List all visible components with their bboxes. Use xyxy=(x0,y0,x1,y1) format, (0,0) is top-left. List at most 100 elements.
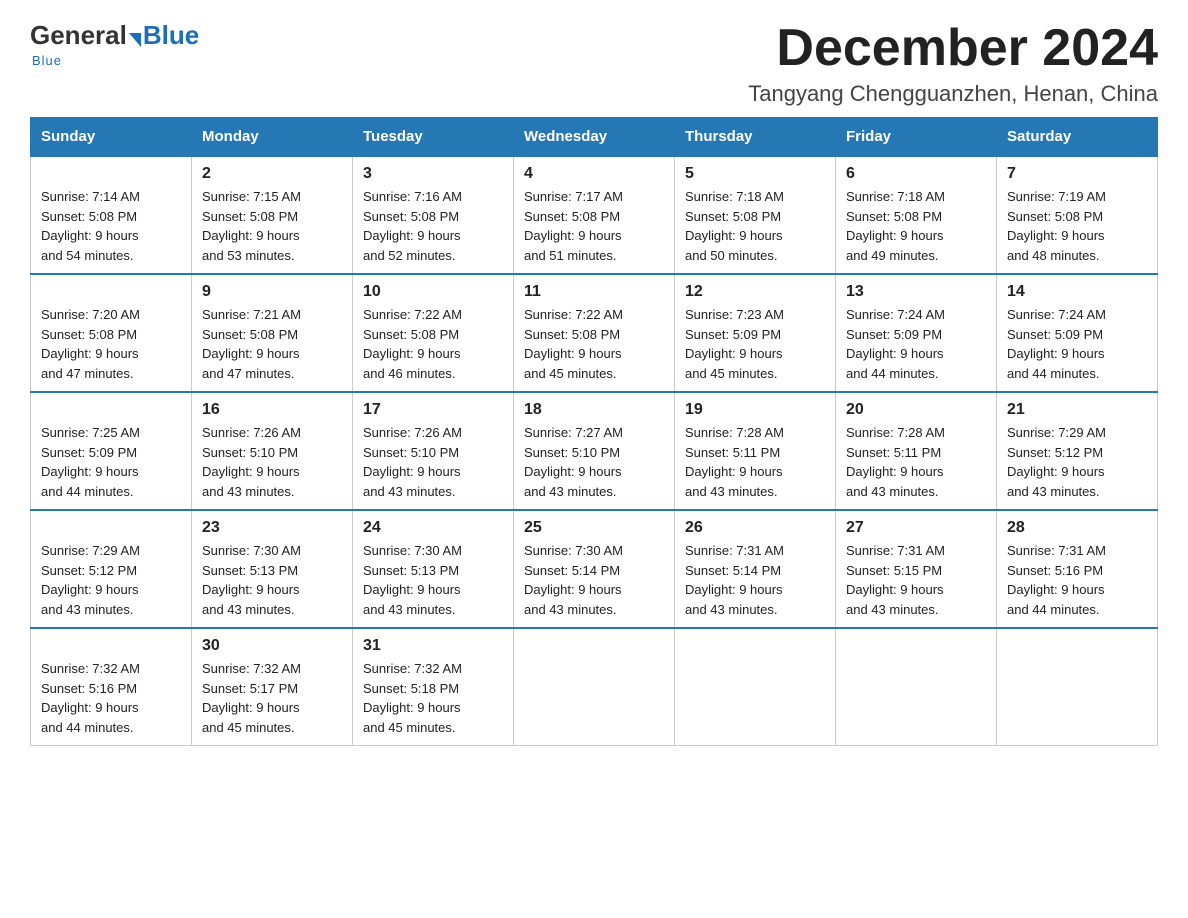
calendar-cell: 21 Sunrise: 7:29 AMSunset: 5:12 PMDayligh… xyxy=(997,392,1158,510)
day-info: Sunrise: 7:30 AMSunset: 5:14 PMDaylight:… xyxy=(524,541,664,619)
day-number: 26 xyxy=(685,519,825,537)
day-number: 16 xyxy=(202,401,342,419)
day-number: 5 xyxy=(685,165,825,183)
day-info: Sunrise: 7:18 AMSunset: 5:08 PMDaylight:… xyxy=(846,187,986,265)
calendar-cell: 13 Sunrise: 7:24 AMSunset: 5:09 PMDayligh… xyxy=(836,274,997,392)
day-number: 13 xyxy=(846,283,986,301)
calendar-cell: 15Sunrise: 7:25 AMSunset: 5:09 PMDayligh… xyxy=(31,392,192,510)
day-number: 7 xyxy=(1007,165,1147,183)
calendar-cell: 5 Sunrise: 7:18 AMSunset: 5:08 PMDaylight… xyxy=(675,156,836,274)
day-info: Sunrise: 7:27 AMSunset: 5:10 PMDaylight:… xyxy=(524,423,664,501)
calendar-cell xyxy=(514,628,675,746)
day-info: Sunrise: 7:20 AMSunset: 5:08 PMDaylight:… xyxy=(41,305,181,383)
month-title: December 2024 xyxy=(748,20,1158,77)
calendar-cell: 29 Sunrise: 7:32 AMSunset: 5:16 PMDayligh… xyxy=(31,628,192,746)
calendar-cell: 14Sunrise: 7:24 AMSunset: 5:09 PMDayligh… xyxy=(997,274,1158,392)
day-number: 11 xyxy=(524,283,664,301)
day-info: Sunrise: 7:30 AMSunset: 5:13 PMDaylight:… xyxy=(202,541,342,619)
calendar-cell: 9Sunrise: 7:21 AMSunset: 5:08 PMDaylight… xyxy=(192,274,353,392)
calendar-cell: 26 Sunrise: 7:31 AMSunset: 5:14 PMDayligh… xyxy=(675,510,836,628)
calendar-table: SundayMondayTuesdayWednesdayThursdayFrid… xyxy=(30,117,1158,746)
calendar-cell: 20 Sunrise: 7:28 AMSunset: 5:11 PMDayligh… xyxy=(836,392,997,510)
logo-blue-text: Blue xyxy=(143,20,199,51)
day-info: Sunrise: 7:24 AMSunset: 5:09 PMDaylight:… xyxy=(846,305,986,383)
day-header-wednesday: Wednesday xyxy=(514,118,675,157)
calendar-cell: 8 Sunrise: 7:20 AMSunset: 5:08 PMDaylight… xyxy=(31,274,192,392)
day-number: 24 xyxy=(363,519,503,537)
day-number: 4 xyxy=(524,165,664,183)
calendar-cell: 30 Sunrise: 7:32 AMSunset: 5:17 PMDayligh… xyxy=(192,628,353,746)
day-info: Sunrise: 7:31 AMSunset: 5:14 PMDaylight:… xyxy=(685,541,825,619)
calendar-cell: 28Sunrise: 7:31 AMSunset: 5:16 PMDayligh… xyxy=(997,510,1158,628)
day-number: 29 xyxy=(41,637,181,655)
day-number: 31 xyxy=(363,637,503,655)
calendar-cell xyxy=(675,628,836,746)
calendar-week-row: 15Sunrise: 7:25 AMSunset: 5:09 PMDayligh… xyxy=(31,392,1158,510)
day-info: Sunrise: 7:23 AMSunset: 5:09 PMDaylight:… xyxy=(685,305,825,383)
day-number: 27 xyxy=(846,519,986,537)
calendar-week-row: 8 Sunrise: 7:20 AMSunset: 5:08 PMDaylight… xyxy=(31,274,1158,392)
day-info: Sunrise: 7:18 AMSunset: 5:08 PMDaylight:… xyxy=(685,187,825,265)
calendar-cell: 24 Sunrise: 7:30 AMSunset: 5:13 PMDayligh… xyxy=(353,510,514,628)
calendar-cell: 1 Sunrise: 7:14 AMSunset: 5:08 PMDaylight… xyxy=(31,156,192,274)
logo-arrow-icon xyxy=(129,33,141,47)
day-number: 22 xyxy=(41,519,181,537)
day-number: 1 xyxy=(41,165,181,183)
logo-tagline: Blue xyxy=(32,53,62,68)
calendar-header-row: SundayMondayTuesdayWednesdayThursdayFrid… xyxy=(31,118,1158,157)
day-info: Sunrise: 7:15 AMSunset: 5:08 PMDaylight:… xyxy=(202,187,342,265)
day-header-tuesday: Tuesday xyxy=(353,118,514,157)
day-info: Sunrise: 7:19 AMSunset: 5:08 PMDaylight:… xyxy=(1007,187,1147,265)
calendar-cell: 23 Sunrise: 7:30 AMSunset: 5:13 PMDayligh… xyxy=(192,510,353,628)
day-number: 21 xyxy=(1007,401,1147,419)
day-number: 30 xyxy=(202,637,342,655)
day-info: Sunrise: 7:22 AMSunset: 5:08 PMDaylight:… xyxy=(363,305,503,383)
day-info: Sunrise: 7:29 AMSunset: 5:12 PMDaylight:… xyxy=(1007,423,1147,501)
day-number: 10 xyxy=(363,283,503,301)
day-info: Sunrise: 7:32 AMSunset: 5:17 PMDaylight:… xyxy=(202,659,342,737)
calendar-cell: 16 Sunrise: 7:26 AMSunset: 5:10 PMDayligh… xyxy=(192,392,353,510)
calendar-cell: 4Sunrise: 7:17 AMSunset: 5:08 PMDaylight… xyxy=(514,156,675,274)
day-number: 17 xyxy=(363,401,503,419)
day-info: Sunrise: 7:24 AMSunset: 5:09 PMDaylight:… xyxy=(1007,305,1147,383)
calendar-cell: 7 Sunrise: 7:19 AMSunset: 5:08 PMDaylight… xyxy=(997,156,1158,274)
day-header-sunday: Sunday xyxy=(31,118,192,157)
day-number: 25 xyxy=(524,519,664,537)
day-info: Sunrise: 7:28 AMSunset: 5:11 PMDaylight:… xyxy=(846,423,986,501)
day-info: Sunrise: 7:31 AMSunset: 5:15 PMDaylight:… xyxy=(846,541,986,619)
day-info: Sunrise: 7:14 AMSunset: 5:08 PMDaylight:… xyxy=(41,187,181,265)
day-info: Sunrise: 7:30 AMSunset: 5:13 PMDaylight:… xyxy=(363,541,503,619)
calendar-cell: 25 Sunrise: 7:30 AMSunset: 5:14 PMDayligh… xyxy=(514,510,675,628)
calendar-cell: 27 Sunrise: 7:31 AMSunset: 5:15 PMDayligh… xyxy=(836,510,997,628)
day-number: 2 xyxy=(202,165,342,183)
day-number: 3 xyxy=(363,165,503,183)
calendar-cell: 17 Sunrise: 7:26 AMSunset: 5:10 PMDayligh… xyxy=(353,392,514,510)
day-info: Sunrise: 7:25 AMSunset: 5:09 PMDaylight:… xyxy=(41,423,181,501)
calendar-cell xyxy=(997,628,1158,746)
page-header: General Blue Blue December 2024 Tangyang… xyxy=(30,20,1158,107)
title-area: December 2024 Tangyang Chengguanzhen, He… xyxy=(748,20,1158,107)
calendar-week-row: 22 Sunrise: 7:29 AMSunset: 5:12 PMDayligh… xyxy=(31,510,1158,628)
calendar-cell: 11Sunrise: 7:22 AMSunset: 5:08 PMDayligh… xyxy=(514,274,675,392)
calendar-cell: 18 Sunrise: 7:27 AMSunset: 5:10 PMDayligh… xyxy=(514,392,675,510)
calendar-cell: 19Sunrise: 7:28 AMSunset: 5:11 PMDayligh… xyxy=(675,392,836,510)
day-number: 9 xyxy=(202,283,342,301)
day-number: 18 xyxy=(524,401,664,419)
day-header-monday: Monday xyxy=(192,118,353,157)
location-title: Tangyang Chengguanzhen, Henan, China xyxy=(748,81,1158,107)
day-info: Sunrise: 7:26 AMSunset: 5:10 PMDaylight:… xyxy=(202,423,342,501)
day-info: Sunrise: 7:32 AMSunset: 5:18 PMDaylight:… xyxy=(363,659,503,737)
day-number: 23 xyxy=(202,519,342,537)
day-info: Sunrise: 7:29 AMSunset: 5:12 PMDaylight:… xyxy=(41,541,181,619)
day-info: Sunrise: 7:16 AMSunset: 5:08 PMDaylight:… xyxy=(363,187,503,265)
day-number: 20 xyxy=(846,401,986,419)
day-number: 8 xyxy=(41,283,181,301)
calendar-cell: 10 Sunrise: 7:22 AMSunset: 5:08 PMDayligh… xyxy=(353,274,514,392)
logo-general-text: General xyxy=(30,20,127,51)
day-info: Sunrise: 7:26 AMSunset: 5:10 PMDaylight:… xyxy=(363,423,503,501)
calendar-week-row: 1 Sunrise: 7:14 AMSunset: 5:08 PMDaylight… xyxy=(31,156,1158,274)
day-info: Sunrise: 7:32 AMSunset: 5:16 PMDaylight:… xyxy=(41,659,181,737)
calendar-week-row: 29 Sunrise: 7:32 AMSunset: 5:16 PMDayligh… xyxy=(31,628,1158,746)
calendar-cell: 2 Sunrise: 7:15 AMSunset: 5:08 PMDaylight… xyxy=(192,156,353,274)
day-number: 28 xyxy=(1007,519,1147,537)
